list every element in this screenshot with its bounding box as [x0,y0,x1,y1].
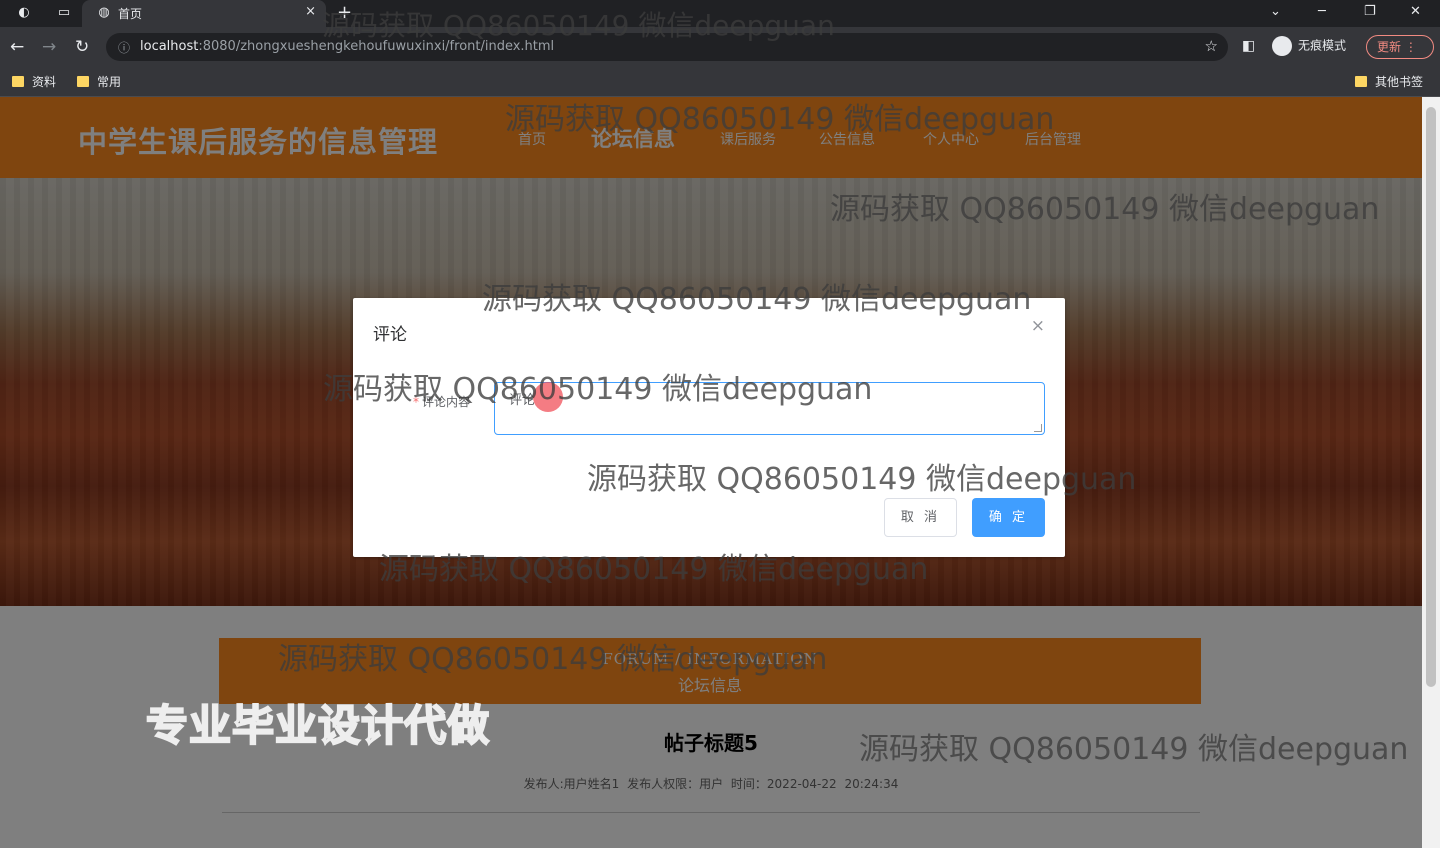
bookmarks-bar: 资料 常用 其他书签 [0,67,1440,97]
tab-close-icon[interactable]: × [305,4,316,19]
update-label: 更新 [1377,40,1402,54]
comment-content-label: * 评论内容 [413,393,470,410]
browser-tab-home[interactable]: ◍ 首页 × [82,0,326,27]
dialog-title: 评论 [373,325,407,345]
url-text: localhost:8080/zhongxueshengkehoufuwuxin… [140,39,554,54]
promo-watermark: 专业毕业设计代做 [145,700,491,751]
side-panel-icon[interactable]: ◧ [1242,38,1255,54]
other-bookmarks-label: 其他书签 [1375,75,1424,89]
browser-toolbar: ← → ↻ ⓘ localhost:8080/zhongxueshengkeho… [0,27,1440,67]
restore-icon[interactable]: ❐ [1364,4,1376,19]
reload-icon[interactable]: ↻ [75,37,89,57]
bookmark-folder-changyong[interactable]: 常用 [77,73,121,90]
bookmark-label: 资料 [32,75,57,89]
url-host: localhost [140,39,199,54]
comment-dialog: 评论 × * 评论内容 评论 取 消 确 定 [353,298,1065,557]
tab-search-icon[interactable]: ⌄ [1270,4,1281,19]
incognito-label: 无痕模式 [1298,38,1347,53]
other-bookmarks[interactable]: 其他书签 [1355,73,1423,90]
url-path: :8080/zhongxueshengkehoufuwuxinxi/front/… [198,39,555,54]
window-icon[interactable]: ▭ [56,5,72,21]
close-icon[interactable]: × [1031,316,1045,336]
mouse-cursor-highlight [533,382,563,412]
address-bar[interactable]: ⓘ localhost:8080/zhongxueshengkehoufuwux… [106,33,1228,61]
required-mark: * [413,395,419,409]
back-icon[interactable]: ← [10,37,24,57]
scrollbar-thumb[interactable] [1426,107,1436,687]
close-window-icon[interactable]: ✕ [1410,4,1421,19]
browser-tab-bar: ◐ ▭ ◍ 首页 × + ⌄ ─ ❐ ✕ [0,0,1440,27]
textarea-value: 评论 [509,393,536,408]
page-scrollbar[interactable] [1422,97,1440,848]
incognito-avatar-icon [1272,36,1292,56]
bookmark-star-icon[interactable]: ☆ [1205,37,1218,55]
folder-icon [12,76,24,87]
new-tab-button[interactable]: + [337,2,352,23]
bookmark-folder-ziliao[interactable]: 资料 [12,73,56,90]
chrome-logo-icon: ◐ [18,5,30,20]
folder-icon [1355,76,1367,87]
comment-textarea[interactable]: 评论 [494,382,1045,435]
forward-icon[interactable]: → [42,37,56,57]
tab-title: 首页 [118,7,143,21]
incognito-indicator[interactable]: 无痕模式 [1272,36,1346,56]
minimize-icon[interactable]: ─ [1318,4,1326,19]
update-button[interactable]: 更新 ⋮ [1366,35,1434,59]
bookmark-label: 常用 [97,75,122,89]
label-text: 评论内容 [422,395,471,409]
globe-icon: ◍ [98,5,110,20]
folder-icon [77,76,89,87]
site-info-icon[interactable]: ⓘ [118,39,130,56]
confirm-button[interactable]: 确 定 [972,498,1045,537]
cancel-button[interactable]: 取 消 [884,498,957,537]
resize-handle-icon[interactable] [1034,424,1042,432]
